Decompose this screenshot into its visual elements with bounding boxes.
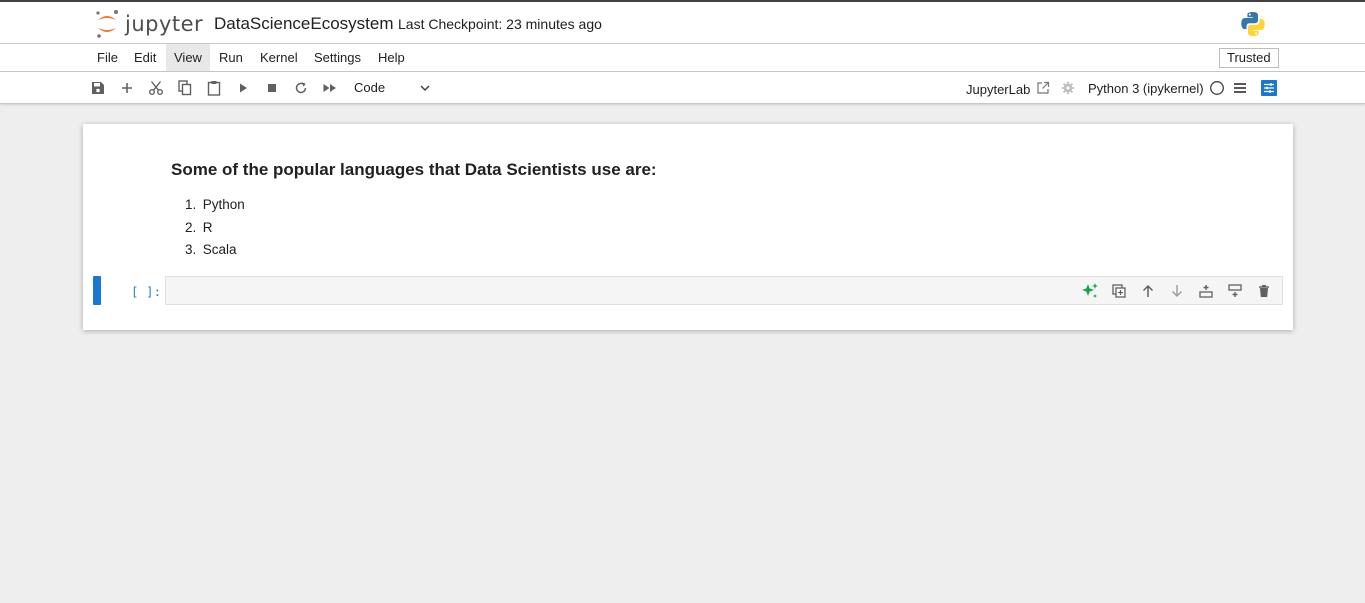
notebook-panel: Some of the popular languages that Data … [83,124,1293,330]
delete-cell-button[interactable] [1254,281,1274,301]
list-item: 1. Python [185,194,245,217]
restart-button[interactable] [291,78,311,98]
insert-cell-above-button[interactable] [1196,281,1216,301]
list-item-text: R [202,219,213,235]
run-button[interactable] [233,78,253,98]
property-inspector-icon [1261,80,1277,96]
sparkle-icon [1082,283,1098,298]
stop-icon [268,84,276,92]
external-link-icon [1037,81,1050,94]
code-cell-editor[interactable] [165,276,1283,305]
open-jupyterlab-link[interactable]: JupyterLab [966,81,1050,97]
notebook-toolbar: Code JupyterLab Python 3 (ipykernel) [0,72,1365,104]
insert-above-icon [1199,285,1213,298]
gear-icon [1061,81,1075,95]
delete-icon [1259,285,1269,297]
menu-file[interactable]: File [89,44,126,71]
insert-cell-below-button[interactable] [1225,281,1245,301]
list-item-number: 3. [185,242,197,257]
generate-code-button[interactable] [1080,281,1100,301]
menu-run[interactable]: Run [211,44,251,71]
save-icon [92,82,104,94]
move-down-icon [1171,285,1183,298]
cell-type-select[interactable]: Code [348,77,436,99]
menu-icon [1234,83,1246,93]
list-item-text: Scala [202,242,237,257]
kernel-name[interactable]: Python 3 (ipykernel) [1088,81,1204,96]
python-logo-icon [1240,11,1266,42]
move-cell-up-button[interactable] [1138,281,1158,301]
copy-icon [178,80,192,96]
menu-view[interactable]: View [166,44,210,71]
property-inspector-button[interactable] [1259,78,1279,98]
fast-forward-icon [323,84,336,92]
insert-cell-button[interactable] [117,78,137,98]
paste-button[interactable] [204,78,224,98]
header-bar: jupyter DataScienceEcosystem Last Checkp… [0,0,1365,44]
command-palette-button[interactable] [1230,78,1250,98]
cell-toolbar [1080,281,1274,301]
active-cell-indicator[interactable] [93,276,101,305]
list-item: 2. R [185,217,245,240]
move-up-icon [1142,284,1154,297]
input-prompt: [ ]: [131,284,162,299]
jupyterlab-label: JupyterLab [966,82,1031,97]
list-item-number: 2. [185,219,197,235]
trusted-indicator[interactable]: Trusted [1219,48,1279,68]
menu-help[interactable]: Help [370,44,413,71]
copy-button[interactable] [175,78,195,98]
save-button[interactable] [88,78,108,98]
notebook-title[interactable]: DataScienceEcosystem [214,14,394,34]
markdown-list: 1. Python 2. R 3. Scala [185,194,245,262]
chevron-down-icon [420,85,430,92]
menu-settings[interactable]: Settings [306,44,369,71]
kernel-idle-indicator [1207,78,1227,98]
menu-bar: File Edit View Run Kernel Settings Help … [0,44,1365,72]
duplicate-cell-button[interactable] [1109,281,1129,301]
logo-text: jupyter [125,12,204,36]
add-icon [122,83,132,93]
duplicate-icon [1112,284,1126,298]
markdown-heading: Some of the popular languages that Data … [171,160,657,179]
paste-icon [207,81,221,96]
list-item: 3. Scala [185,239,245,262]
list-item-number: 1. [185,197,197,212]
run-icon [240,83,247,93]
cell-type-value: Code [354,80,386,95]
restart-run-all-button[interactable] [320,78,340,98]
jupyter-logo-icon [96,10,118,38]
insert-below-icon [1228,284,1242,297]
kernel-status-gear [1058,78,1078,98]
menu-edit[interactable]: Edit [126,44,164,71]
cut-button[interactable] [146,78,166,98]
jupyter-logo[interactable]: jupyter [95,8,203,40]
menu-kernel[interactable]: Kernel [252,44,306,71]
last-checkpoint: Last Checkpoint: 23 minutes ago [398,16,602,32]
cut-icon [149,81,163,95]
move-cell-down-button[interactable] [1167,281,1187,301]
circle-icon [1210,81,1224,95]
list-item-text: Python [202,197,245,212]
interrupt-button[interactable] [262,78,282,98]
restart-icon [295,82,307,94]
